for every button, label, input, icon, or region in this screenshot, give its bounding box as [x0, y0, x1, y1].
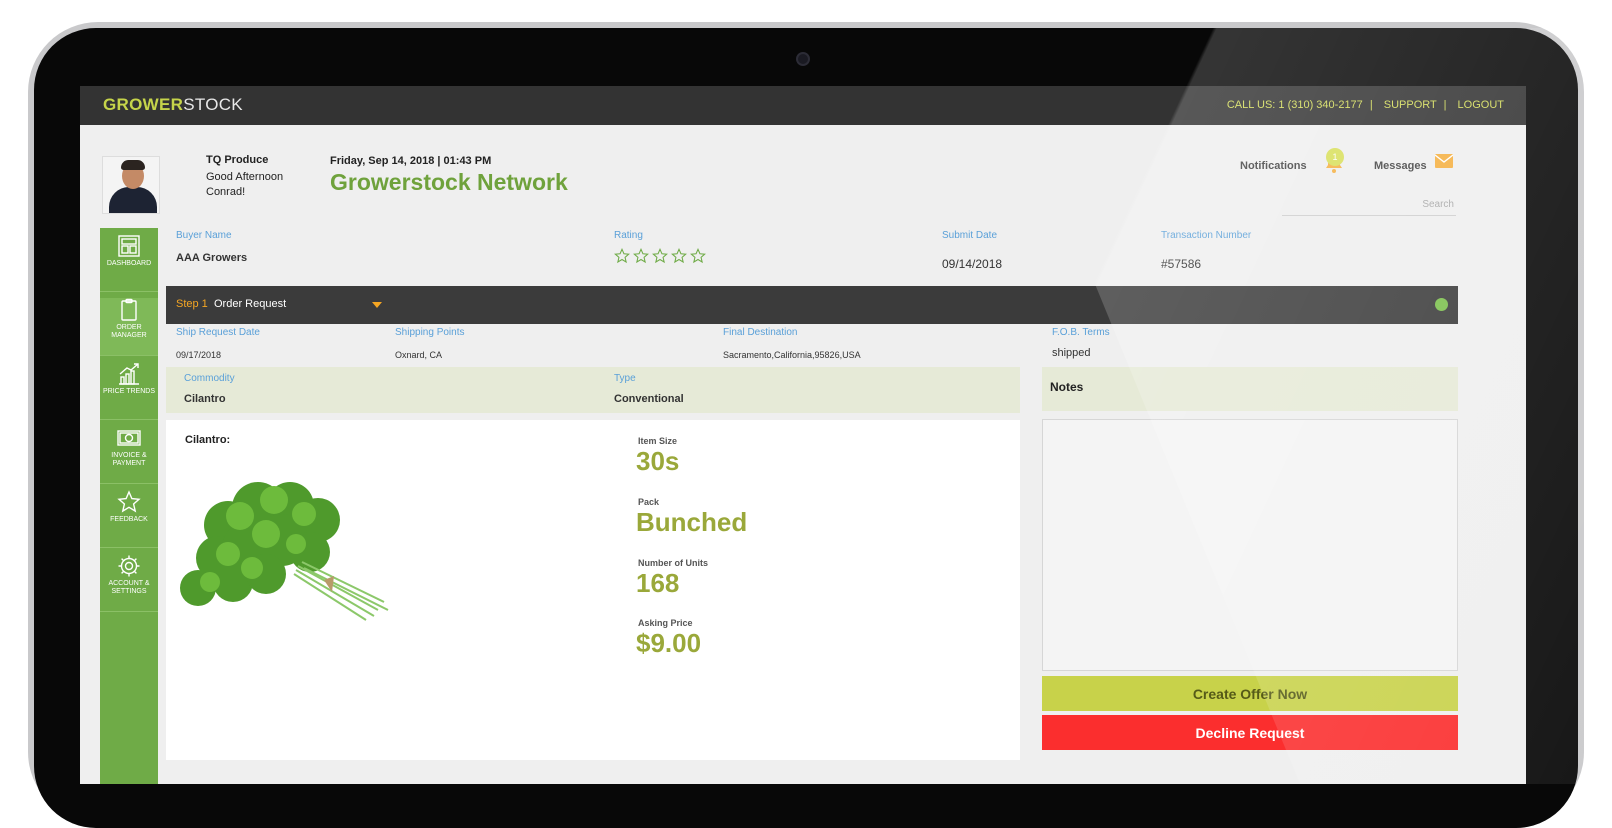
clipboard-icon [121, 298, 137, 321]
decline-request-button[interactable]: Decline Request [1042, 715, 1458, 750]
shipping-points-value: Oxnard, CA [395, 350, 443, 360]
greeting: Good Afternoon Conrad! [206, 171, 284, 198]
step-bar[interactable]: Step 1 Order Request [166, 286, 1458, 324]
top-links: CALL US: 1 (310) 340-2177 | SUPPORT | LO… [1223, 99, 1504, 111]
logout-link[interactable]: LOGOUT [1458, 99, 1504, 111]
top-bar: GROWERSTOCK CALL US: 1 (310) 340-2177 | … [80, 86, 1526, 125]
star-outline-icon[interactable] [690, 248, 706, 264]
asking-price-label: Asking Price [638, 618, 693, 628]
fob-terms-value: shipped [1052, 347, 1091, 359]
product-card: Cilantro: Item Size 30s Pack Bunched Num… [166, 420, 1020, 760]
commodity-value: Cilantro [184, 393, 226, 405]
number-of-units-label: Number of Units [638, 558, 709, 568]
ship-request-date-label: Ship Request Date [176, 327, 260, 338]
sidebar-item-feedback[interactable]: FEEDBACK [100, 490, 158, 548]
type-value: Conventional [614, 393, 684, 405]
sidebar-item-label: ACCOUNT & SETTINGS [108, 580, 150, 595]
dashboard-icon [118, 235, 140, 257]
sidebar-item-dashboard[interactable]: DASHBOARD [100, 234, 158, 292]
app-screen: GROWERSTOCK CALL US: 1 (310) 340-2177 | … [80, 86, 1526, 784]
shipping-points-label: Shipping Points [395, 327, 465, 338]
pack-value: Bunched [636, 507, 748, 537]
envelope-icon[interactable] [1434, 154, 1454, 168]
sidebar-item-price-trends[interactable]: PRICE TRENDS [100, 362, 158, 420]
chart-icon [119, 363, 139, 385]
sidebar-item-label: ORDER MANAGER [111, 324, 147, 339]
transaction-number-value: #57586 [1161, 257, 1202, 271]
star-outline-icon[interactable] [633, 248, 649, 264]
step-name: Order Request [214, 298, 287, 310]
status-dot [1435, 298, 1448, 311]
company-name: TQ Produce [206, 154, 269, 166]
notes-header: Notes [1042, 367, 1458, 411]
buyer-name-label: Buyer Name [176, 230, 232, 241]
commodity-label: Commodity [184, 373, 235, 384]
asking-price-value: $9.00 [636, 628, 702, 658]
notes-title: Notes [1050, 380, 1084, 394]
sidebar-item-account-settings[interactable]: ACCOUNT & SETTINGS [100, 554, 158, 612]
pack-label: Pack [638, 497, 660, 507]
final-destination-label: Final Destination [723, 327, 798, 338]
webcam [796, 52, 810, 66]
buyer-name-value: AAA Growers [176, 252, 248, 264]
sidebar-item-label: INVOICE & PAYMENT [111, 452, 147, 467]
star-outline-icon[interactable] [671, 248, 687, 264]
call-us-link[interactable]: CALL US: 1 (310) 340-2177 [1227, 99, 1363, 111]
star-outline-icon[interactable] [614, 248, 630, 264]
cilantro-image [180, 482, 389, 621]
item-size-label: Item Size [638, 436, 678, 446]
type-label: Type [614, 373, 636, 384]
sidebar-item-label: FEEDBACK [110, 516, 148, 523]
step-number: Step 1 [176, 298, 208, 310]
submit-date-label: Submit Date [942, 230, 998, 241]
rating-label: Rating [614, 230, 643, 241]
current-datetime: Friday, Sep 14, 2018 | 01:43 PM [330, 155, 492, 167]
growerstock-logo[interactable]: GROWERSTOCK [103, 95, 243, 115]
sidebar-item-label: DASHBOARD [106, 260, 152, 267]
transaction-number-label: Transaction Number [1161, 230, 1252, 241]
sidebar-item-label: PRICE TRENDS [103, 388, 155, 395]
support-link[interactable]: SUPPORT [1384, 99, 1437, 111]
notification-count-badge: 1 [1326, 148, 1344, 166]
logo-grow: GROWER [103, 95, 184, 114]
separator: | [1443, 99, 1447, 111]
cash-icon [117, 430, 141, 446]
separator: | [1369, 99, 1373, 111]
logo-stock: STOCK [183, 95, 243, 114]
star-icon [117, 490, 141, 513]
submit-date-value: 09/14/2018 [942, 257, 1003, 271]
avatar[interactable] [102, 156, 160, 214]
product-title: Cilantro: [185, 434, 231, 446]
gear-icon [118, 555, 140, 577]
caret-down-icon[interactable] [372, 302, 382, 308]
number-of-units-value: 168 [636, 568, 680, 598]
messages-link[interactable]: Messages [1374, 160, 1427, 172]
sidebar: DASHBOARD ORDER MANAGER PRICE TRENDS INV… [100, 228, 158, 784]
commodity-band: Commodity Cilantro Type Conventional [166, 367, 1020, 413]
sidebar-item-order-manager[interactable]: ORDER MANAGER [100, 298, 158, 356]
star-outline-icon[interactable] [652, 248, 668, 264]
search-input[interactable] [1282, 194, 1456, 216]
page-title: Growerstock Network [330, 169, 568, 195]
rating-stars[interactable] [614, 248, 706, 264]
ship-request-date-value: 09/17/2018 [176, 350, 222, 360]
fob-terms-label: F.O.B. Terms [1052, 327, 1110, 338]
item-size-value: 30s [636, 446, 680, 476]
sidebar-item-invoice-payment[interactable]: INVOICE & PAYMENT [100, 426, 158, 484]
notifications-link[interactable]: Notifications [1240, 160, 1307, 172]
final-destination-value: Sacramento,California,95826,USA [723, 350, 861, 360]
create-offer-button[interactable]: Create Offer Now [1042, 676, 1458, 711]
notes-textarea[interactable] [1042, 419, 1458, 671]
